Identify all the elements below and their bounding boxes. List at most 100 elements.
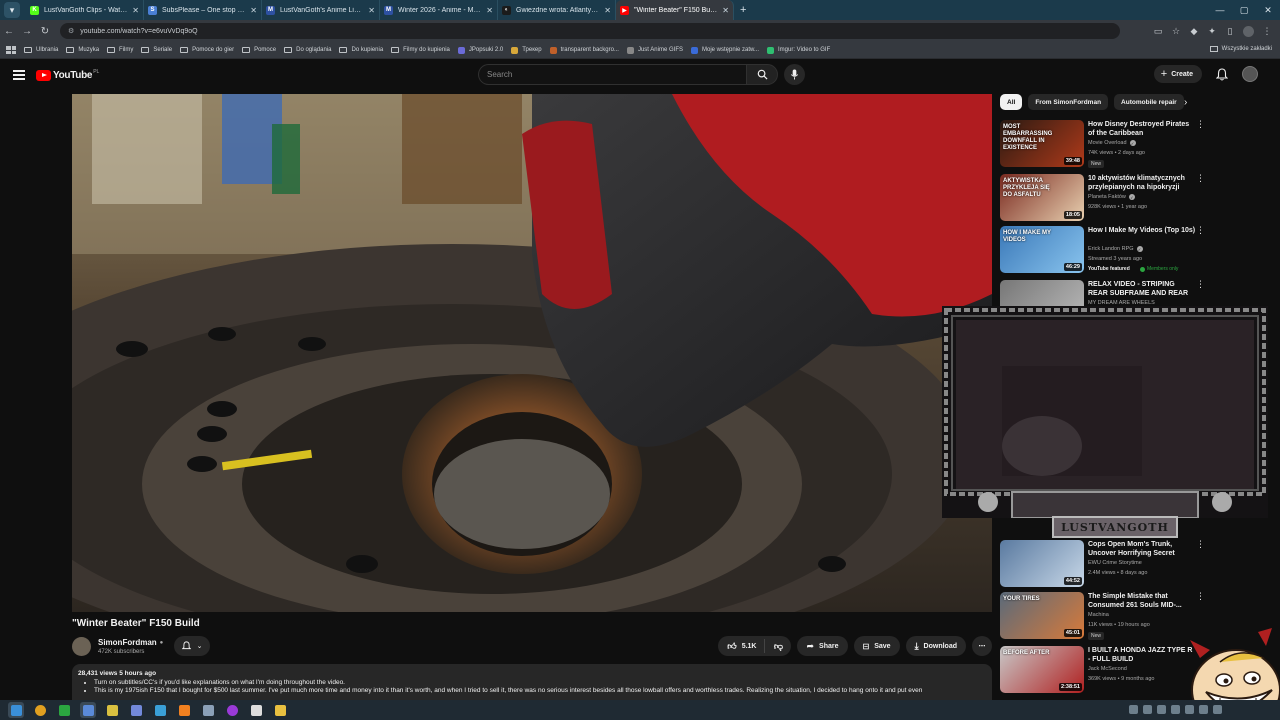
tray-icon[interactable] <box>1171 705 1180 714</box>
save-button[interactable]: ⊟ Save <box>853 636 900 656</box>
steam-icon[interactable] <box>200 702 216 718</box>
browser-tab[interactable]: ▶ "Winter Beater" F150 Build - Yo ✕ <box>616 0 734 20</box>
video-thumbnail[interactable]: 44:52 <box>1000 540 1084 587</box>
recommended-video[interactable]: BEFORE AFTER 2:38:51 I BUILT A HONDA JAZZ … <box>1000 646 1205 698</box>
channel-name[interactable]: SimonFordman ● <box>98 638 163 647</box>
recommended-video[interactable]: 44:52 Cops Open Mom's Trunk, Uncover Horr… <box>1000 540 1205 592</box>
browser-tab[interactable]: S SubsPlease – One stop shop fo ✕ <box>144 0 262 20</box>
recommended-title[interactable]: How I Make My Videos (Top 10s) <box>1088 226 1196 235</box>
recommended-title[interactable]: How Disney Destroyed Pirates of the Cari… <box>1088 120 1196 138</box>
bookmark-item[interactable]: Moje wstępnie zatw... <box>690 46 759 54</box>
puzzle-icon[interactable]: ✦ <box>1207 26 1217 36</box>
dislike-button[interactable]: 👎︎ <box>765 641 791 652</box>
more-vertical-icon[interactable]: ⋮ <box>1196 174 1205 183</box>
bookmark-item[interactable]: Pomoce <box>242 47 276 53</box>
browser2-icon[interactable] <box>80 702 96 718</box>
recommended-title[interactable]: The Simple Mistake that Consumed 261 Sou… <box>1088 592 1196 610</box>
forward-icon[interactable]: → <box>18 26 36 37</box>
voice-search-button[interactable] <box>784 64 805 85</box>
chrome-icon[interactable] <box>32 702 48 718</box>
more-actions-button[interactable]: ⋯ <box>972 636 992 656</box>
chevron-right-icon[interactable]: › <box>1184 97 1187 108</box>
recommended-channel[interactable]: Planeta Faktów ✓ <box>1088 194 1135 200</box>
tray-icon[interactable] <box>1213 705 1222 714</box>
recommended-channel[interactable]: Erick Landon RPG ✓ <box>1088 246 1143 252</box>
subscription-bell-button[interactable]: ⌄ <box>174 636 210 656</box>
sidepanel-icon[interactable]: ▯ <box>1225 26 1235 36</box>
recommended-title[interactable]: Cops Open Mom's Trunk, Uncover Horrifyin… <box>1088 540 1196 558</box>
video-thumbnail[interactable]: HOW I MAKE MY VIDEOS 46:29 <box>1000 226 1084 273</box>
bookmark-item[interactable]: Ulbrania <box>24 47 58 53</box>
channel-avatar[interactable] <box>72 637 91 656</box>
browser-tab[interactable]: M LustVanGoth's Anime List - My ✕ <box>262 0 380 20</box>
close-window-icon[interactable]: ✕ <box>1256 0 1280 20</box>
bookmark-item[interactable]: Filmy <box>107 47 133 53</box>
browser-tab[interactable]: ◐ Gwiezdne wrota: Atlantyda / St ✕ <box>498 0 616 20</box>
screen-icon[interactable] <box>152 702 168 718</box>
close-tab-icon[interactable]: ✕ <box>604 6 611 15</box>
app-a-icon[interactable] <box>104 702 120 718</box>
tray-icon[interactable] <box>1129 705 1138 714</box>
bookmark-item[interactable]: transparent backgro... <box>549 46 619 54</box>
bookmark-item[interactable]: Muzyka <box>66 47 99 53</box>
video-thumbnail[interactable]: BEFORE AFTER 2:38:51 <box>1000 646 1084 693</box>
minimize-icon[interactable]: — <box>1208 0 1232 20</box>
folder-icon[interactable] <box>272 702 288 718</box>
terminal-icon[interactable] <box>56 702 72 718</box>
video-thumbnail[interactable]: AKTYWISTKA PRZYKLEJA SIĘ DO ASFALTU 18:05 <box>1000 174 1084 221</box>
bookmark-item[interactable]: Do oglądania <box>284 47 331 53</box>
close-tab-icon[interactable]: ✕ <box>486 6 493 15</box>
new-tab-button[interactable]: + <box>740 4 746 16</box>
tray-icon[interactable] <box>1185 705 1194 714</box>
more-vertical-icon[interactable]: ⋮ <box>1196 540 1205 549</box>
tray-icon[interactable] <box>1143 705 1152 714</box>
search-button[interactable] <box>746 64 778 85</box>
browser-tab[interactable]: M Winter 2026 - Anime - MyAnim ✕ <box>380 0 498 20</box>
browser-tab[interactable]: K LustVanGoth Clips - Watch Live ✕ <box>26 0 144 20</box>
bookmark-item[interactable]: Imgur: Video to GIF <box>767 46 830 54</box>
filter-chip[interactable]: Automobile repair <box>1114 94 1184 110</box>
more-vertical-icon[interactable]: ⋮ <box>1196 226 1205 235</box>
bookmark-item[interactable]: Do kupienia <box>339 47 383 53</box>
bookmark-item[interactable]: Just Anime GIFS <box>626 46 683 54</box>
recommended-channel[interactable]: Machina <box>1088 612 1109 618</box>
all-bookmarks[interactable]: Wszystkie zakładki <box>1209 46 1272 52</box>
notifications-bell-icon[interactable] <box>1216 67 1228 81</box>
bookmark-star-icon[interactable]: ☆ <box>1171 26 1181 36</box>
create-button[interactable]: + Create <box>1153 65 1202 83</box>
download-button[interactable]: ⤓ Download <box>905 636 966 656</box>
bookmark-item[interactable]: Pomoce do gier <box>180 47 234 53</box>
search-input[interactable]: Search <box>478 64 746 85</box>
recommended-video[interactable]: YOUR TIRES 45:01 The Simple Mistake that C… <box>1000 592 1205 644</box>
recommended-title[interactable]: RELAX VIDEO - STRIPING REAR SUBFRAME AND… <box>1088 280 1196 298</box>
bookmark-item[interactable]: Трекер <box>511 46 542 54</box>
filter-chip[interactable]: From SimonFordman <box>1028 94 1109 110</box>
recommended-channel[interactable]: Jack McSecond <box>1088 666 1127 672</box>
tray-icon[interactable] <box>1157 705 1166 714</box>
vlc-icon[interactable] <box>176 702 192 718</box>
address-bar[interactable]: ⚙ youtube.com/watch?v=e6vuVvDq9oQ <box>60 23 1120 39</box>
close-tab-icon[interactable]: ✕ <box>250 6 257 15</box>
browser-menu-icon[interactable]: ⋮ <box>1262 26 1272 36</box>
reload-icon[interactable]: ↻ <box>36 26 54 37</box>
site-info-icon[interactable]: ⚙ <box>68 27 74 35</box>
bookmark-item[interactable]: Filmy do kupienia <box>391 47 450 53</box>
share-button[interactable]: ➦ Share <box>797 636 848 656</box>
close-tab-icon[interactable]: ✕ <box>722 6 729 15</box>
recommended-channel[interactable]: Movie Overload ✓ <box>1088 140 1136 146</box>
tab-search-icon[interactable]: ▾ <box>4 2 20 18</box>
more-vertical-icon[interactable]: ⋮ <box>1196 280 1205 289</box>
like-button[interactable]: 👍︎ 5.1K <box>727 639 766 653</box>
spotify-icon[interactable] <box>248 702 264 718</box>
recommended-video[interactable]: MOST EMBARRASSING DOWNFALL IN EXISTENCE 3… <box>1000 120 1205 172</box>
maximize-icon[interactable]: ▢ <box>1232 0 1256 20</box>
bookmark-item[interactable]: Seriale <box>141 47 172 53</box>
apps-grid-icon[interactable] <box>6 46 16 54</box>
back-icon[interactable]: ← <box>0 26 18 37</box>
filter-chip[interactable]: All <box>1000 94 1023 110</box>
guide-menu-icon[interactable] <box>13 68 25 83</box>
cast-icon[interactable]: ▭ <box>1153 26 1163 36</box>
more-vertical-icon[interactable]: ⋮ <box>1196 592 1205 601</box>
close-tab-icon[interactable]: ✕ <box>368 6 375 15</box>
youtube-logo[interactable]: YouTube PL <box>36 69 99 81</box>
